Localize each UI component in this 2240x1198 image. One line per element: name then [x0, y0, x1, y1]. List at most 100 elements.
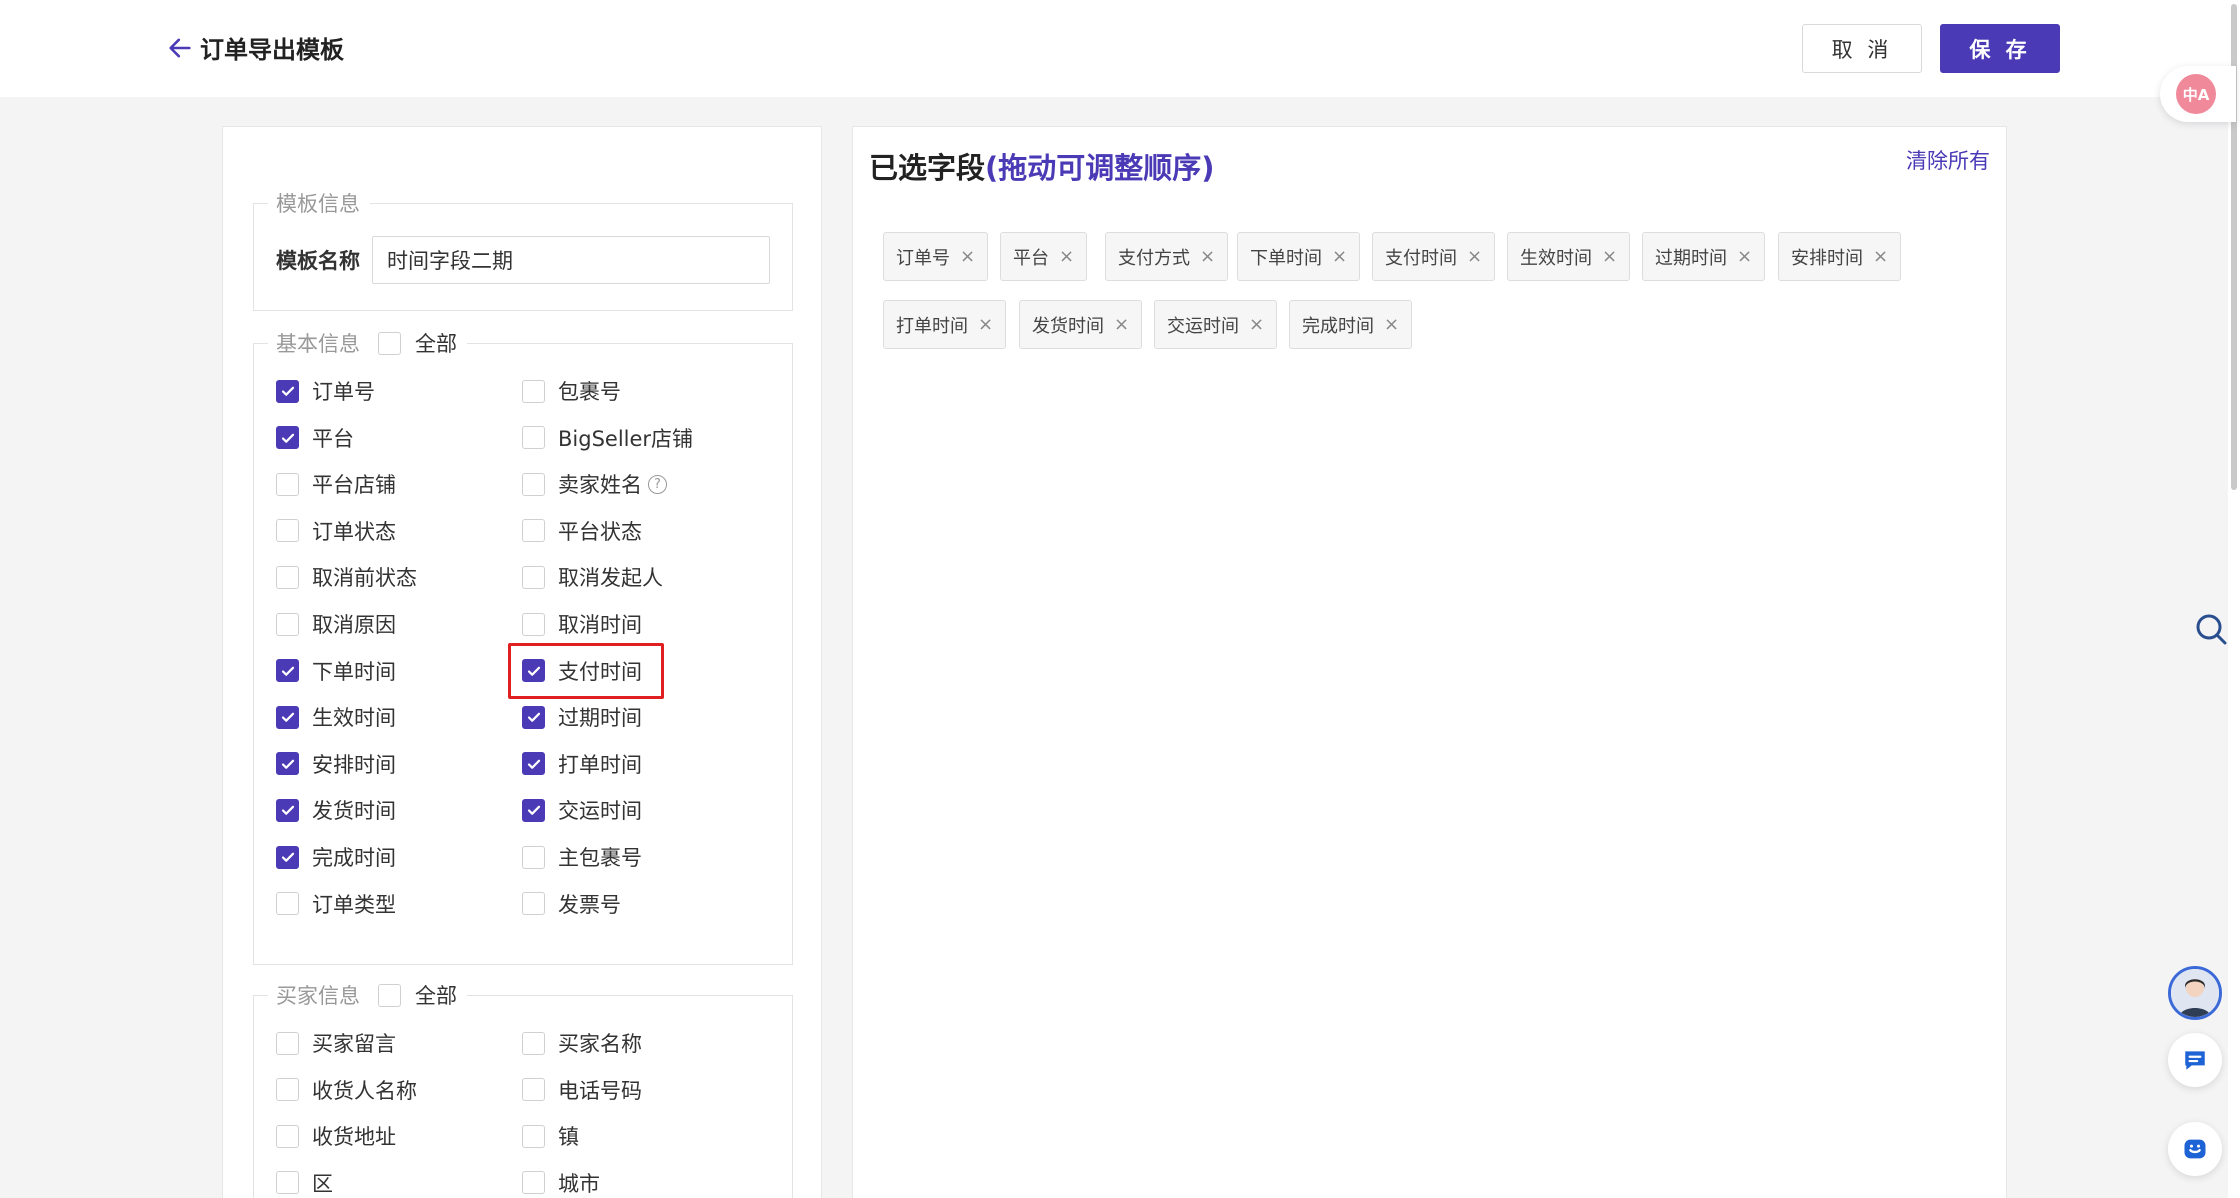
close-icon[interactable]: × — [1602, 246, 1617, 267]
selected-field-tag[interactable]: 交运时间 × — [1154, 300, 1278, 349]
clear-all-link[interactable]: 清除所有 — [1906, 145, 1990, 175]
basic-info-select-all[interactable]: 全部 — [378, 328, 457, 358]
checkbox[interactable] — [276, 798, 299, 822]
field-checkbox-item[interactable]: 取消原因 — [276, 609, 396, 639]
field-checkbox-item[interactable]: 平台状态 — [522, 516, 642, 546]
help-icon[interactable]: ? — [648, 474, 667, 494]
selected-field-tag[interactable]: 安排时间 × — [1778, 232, 1902, 281]
field-checkbox-item[interactable]: 平台 — [276, 423, 354, 453]
selected-field-tag[interactable]: 支付时间 × — [1372, 232, 1496, 281]
field-checkbox-item[interactable]: 收货地址 — [276, 1121, 396, 1151]
assistant-button[interactable] — [2168, 1122, 2222, 1176]
field-checkbox-item[interactable]: 订单状态 — [276, 516, 396, 546]
field-checkbox-item[interactable]: 买家名称 — [522, 1028, 642, 1058]
close-icon[interactable]: × — [1384, 314, 1399, 335]
close-icon[interactable]: × — [1737, 246, 1752, 267]
cancel-button[interactable]: 取 消 — [1802, 24, 1922, 73]
field-checkbox-item[interactable]: 主包裹号 — [522, 842, 642, 872]
field-checkbox-item[interactable]: 取消时间 — [522, 609, 642, 639]
buyer-info-select-all[interactable]: 全部 — [378, 980, 457, 1010]
field-checkbox-item[interactable]: 平台店铺 — [276, 469, 396, 499]
checkbox[interactable] — [522, 892, 545, 916]
selected-field-tag[interactable]: 下单时间 × — [1237, 232, 1361, 281]
checkbox[interactable] — [522, 1031, 545, 1055]
field-checkbox-item[interactable]: 收货人名称 — [276, 1075, 417, 1105]
checkbox[interactable] — [378, 331, 401, 355]
selected-field-tag[interactable]: 发货时间 × — [1019, 300, 1143, 349]
checkbox[interactable] — [522, 426, 545, 450]
checkbox[interactable] — [276, 612, 299, 636]
field-checkbox-item[interactable]: 过期时间 — [522, 702, 642, 732]
selected-field-tag[interactable]: 平台 × — [1000, 232, 1088, 281]
field-checkbox-item[interactable]: 取消发起人 — [522, 562, 663, 592]
checkbox[interactable] — [522, 612, 545, 636]
field-checkbox-item[interactable]: 城市 — [522, 1168, 600, 1198]
checkbox[interactable] — [276, 892, 299, 916]
field-checkbox-item[interactable]: 电话号码 — [522, 1075, 642, 1105]
selected-field-tag[interactable]: 完成时间 × — [1289, 300, 1413, 349]
close-icon[interactable]: × — [1467, 246, 1482, 267]
field-checkbox-item[interactable]: 生效时间 — [276, 702, 396, 732]
checkbox[interactable] — [276, 659, 299, 683]
close-icon[interactable]: × — [1873, 246, 1888, 267]
checkbox[interactable] — [276, 426, 299, 450]
field-checkbox-item[interactable]: 取消前状态 — [276, 562, 417, 592]
checkbox[interactable] — [276, 1171, 299, 1195]
checkbox[interactable] — [522, 752, 545, 776]
close-icon[interactable]: × — [1200, 246, 1215, 267]
close-icon[interactable]: × — [1332, 246, 1347, 267]
checkbox[interactable] — [522, 845, 545, 869]
checkbox[interactable] — [522, 798, 545, 822]
checkbox[interactable] — [522, 519, 545, 543]
checkbox[interactable] — [522, 472, 545, 496]
selected-field-tag[interactable]: 订单号 × — [883, 232, 989, 281]
close-icon[interactable]: × — [960, 246, 975, 267]
field-checkbox-item[interactable]: 完成时间 — [276, 842, 396, 872]
close-icon[interactable]: × — [1114, 314, 1129, 335]
close-icon[interactable]: × — [1249, 314, 1264, 335]
field-checkbox-item[interactable]: 下单时间 — [276, 656, 396, 686]
close-icon[interactable]: × — [978, 314, 993, 335]
selected-field-tag[interactable]: 过期时间 × — [1642, 232, 1766, 281]
translate-widget[interactable]: 中A — [2160, 66, 2236, 122]
field-checkbox-item[interactable]: 订单类型 — [276, 889, 396, 919]
field-checkbox-item[interactable]: 区 — [276, 1168, 333, 1198]
search-icon[interactable] — [2194, 612, 2228, 646]
save-button[interactable]: 保 存 — [1940, 24, 2060, 73]
message-button[interactable] — [2168, 1033, 2222, 1087]
selected-field-tag[interactable]: 打单时间 × — [883, 300, 1007, 349]
field-checkbox-item[interactable]: 镇 — [522, 1121, 579, 1151]
field-checkbox-item[interactable]: 买家留言 — [276, 1028, 396, 1058]
checkbox[interactable] — [522, 705, 545, 729]
checkbox[interactable] — [276, 1124, 299, 1148]
back-button[interactable]: 订单导出模板 — [166, 30, 344, 65]
support-avatar[interactable] — [2168, 966, 2222, 1020]
field-checkbox-item[interactable]: 发货时间 — [276, 795, 396, 825]
checkbox[interactable] — [522, 379, 545, 403]
checkbox[interactable] — [276, 752, 299, 776]
field-checkbox-item[interactable]: 订单号 — [276, 376, 375, 406]
checkbox[interactable] — [522, 565, 545, 589]
checkbox[interactable] — [276, 1078, 299, 1102]
checkbox[interactable] — [276, 565, 299, 589]
checkbox[interactable] — [276, 705, 299, 729]
field-checkbox-item[interactable]: 卖家姓名? — [522, 469, 667, 499]
checkbox[interactable] — [522, 1171, 545, 1195]
checkbox[interactable] — [276, 472, 299, 496]
checkbox[interactable] — [276, 845, 299, 869]
selected-field-tag[interactable]: 支付方式 × — [1105, 232, 1229, 281]
field-checkbox-item[interactable]: 交运时间 — [522, 795, 642, 825]
close-icon[interactable]: × — [1059, 246, 1074, 267]
field-checkbox-item[interactable]: 包裹号 — [522, 376, 621, 406]
selected-field-tag[interactable]: 生效时间 × — [1507, 232, 1631, 281]
field-checkbox-item[interactable]: BigSeller店铺 — [522, 423, 693, 453]
checkbox[interactable] — [276, 519, 299, 543]
template-name-input[interactable] — [372, 236, 770, 284]
checkbox[interactable] — [378, 983, 401, 1007]
checkbox[interactable] — [522, 1124, 545, 1148]
checkbox[interactable] — [276, 1031, 299, 1055]
field-checkbox-item[interactable]: 安排时间 — [276, 749, 396, 779]
checkbox[interactable] — [522, 1078, 545, 1102]
field-checkbox-item[interactable]: 打单时间 — [522, 749, 642, 779]
checkbox[interactable] — [276, 379, 299, 403]
